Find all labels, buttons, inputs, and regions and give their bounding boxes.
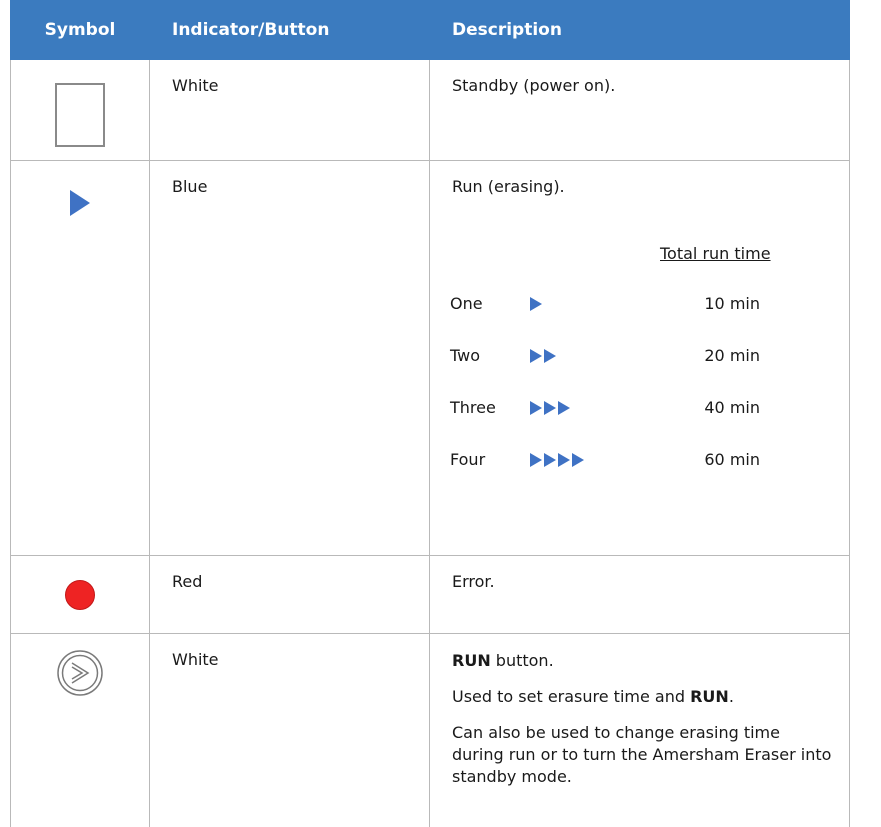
play-triangle-icon [558, 453, 570, 467]
play-triangle-icon [530, 349, 542, 363]
run-level-arrows [530, 349, 556, 363]
play-triangle-icon [544, 453, 556, 467]
description-text: Run (erasing). [452, 177, 565, 196]
header-indicator: Indicator/Button [172, 20, 330, 40]
header-description: Description [452, 20, 562, 40]
play-triangle-icon [544, 349, 556, 363]
description-cell: Standby (power on). [430, 60, 850, 160]
indicator-cell: White [150, 634, 430, 827]
run-level-time: 10 min [704, 294, 760, 313]
red-dot-icon [65, 580, 95, 610]
run-level-label: Two [450, 346, 480, 365]
play-triangle-icon [530, 453, 542, 467]
indicator-cell: Blue [150, 161, 430, 555]
run-level-label: Three [450, 398, 496, 417]
square-outline-icon [55, 83, 105, 147]
table-row: White Standby (power on). [10, 60, 850, 161]
description-cell: RUN button. Used to set erasure time and… [430, 634, 850, 827]
table-row: Red Error. [10, 556, 850, 634]
description-cell: Error. [430, 556, 850, 633]
run-level-arrows [530, 297, 542, 311]
play-triangle-icon [572, 453, 584, 467]
play-triangle-icon [70, 190, 90, 216]
run-level-time: 60 min [704, 450, 760, 469]
run-level-label: Four [450, 450, 486, 469]
run-button-line: Can also be used to change erasing time … [452, 723, 832, 786]
run-button-line: RUN button. [452, 651, 554, 670]
run-button-line: Used to set erasure time and RUN. [452, 687, 734, 706]
indicator-cell: White [150, 60, 430, 160]
table-row: White RUN button. Used to set erasure ti… [10, 634, 850, 827]
indicator-cell: Red [150, 556, 430, 633]
run-level-time: 20 min [704, 346, 760, 365]
header-symbol: Symbol [44, 20, 116, 40]
run-level-label: One [450, 294, 483, 313]
run-level-arrows [530, 453, 584, 467]
play-triangle-icon [558, 401, 570, 415]
run-level-time: 40 min [704, 398, 760, 417]
play-triangle-icon [530, 401, 542, 415]
run-button-icon [57, 650, 103, 696]
play-triangle-icon [530, 297, 542, 311]
description-cell: Run (erasing). Total run time One 10 min… [430, 161, 850, 555]
run-time-header: Total run time [660, 244, 771, 263]
play-triangle-icon [544, 401, 556, 415]
run-time-table: Total run time One 10 min Two 20 min Thr… [430, 196, 849, 496]
indicator-table: Symbol Indicator/Button Description Whit… [10, 0, 850, 827]
run-level-arrows [530, 401, 570, 415]
table-row: Blue Run (erasing). Total run time One 1… [10, 161, 850, 556]
table-header: Symbol Indicator/Button Description [10, 0, 850, 60]
